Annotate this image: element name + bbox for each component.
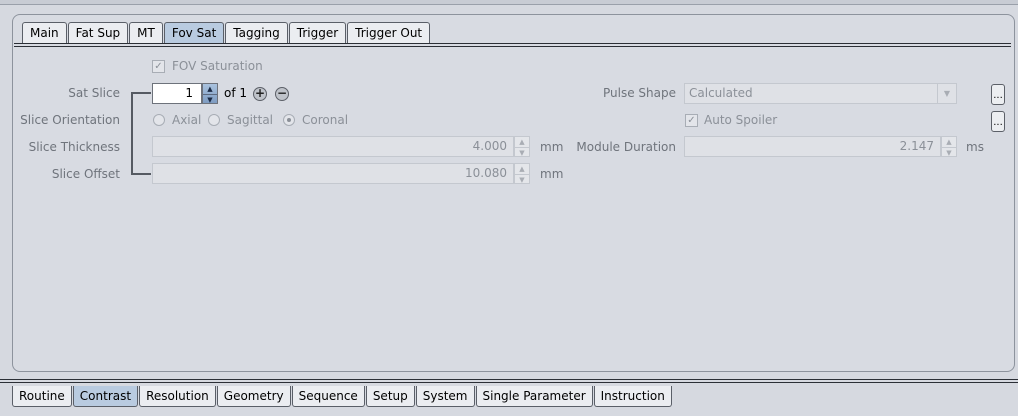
subtab-bar: Main Fat Sup MT Fov Sat Tagging Trigger …: [22, 22, 431, 44]
spinner-down-icon[interactable]: ▼: [515, 147, 529, 158]
slice-offset-unit: mm: [540, 167, 564, 181]
slice-thickness-label: Slice Thickness: [28, 140, 120, 154]
sat-slice-count: of 1: [224, 86, 248, 100]
pulse-shape-value: Calculated: [689, 86, 753, 100]
slice-group-bracket: [131, 92, 133, 175]
slice-group-bracket-bottom: [131, 173, 151, 175]
tab-main[interactable]: Main: [22, 22, 67, 43]
window-top-edge: [0, 0, 1018, 5]
auto-spoiler-checkbox[interactable]: ✓: [685, 114, 698, 127]
radio-sagittal[interactable]: [208, 114, 220, 126]
chevron-down-icon[interactable]: ▼: [937, 84, 956, 103]
fov-saturation-label: FOV Saturation: [172, 59, 263, 73]
tab-resolution[interactable]: Resolution: [139, 386, 216, 407]
bottom-tab-divider: [0, 379, 1018, 380]
plus-icon: +: [254, 86, 266, 100]
radio-axial-label: Axial: [172, 113, 202, 127]
tab-mt[interactable]: MT: [129, 22, 163, 43]
spinner-up-icon[interactable]: ▲: [203, 84, 217, 94]
spinner-up-icon[interactable]: ▲: [515, 164, 529, 174]
slice-thickness-spinner[interactable]: ▲ ▼: [514, 136, 530, 157]
spinner-down-icon[interactable]: ▼: [203, 94, 217, 105]
module-duration-spinner[interactable]: ▲ ▼: [941, 136, 957, 157]
sat-slice-spinner[interactable]: ▲ ▼: [202, 83, 218, 104]
tab-divider-2: [14, 46, 1011, 47]
tab-trigger[interactable]: Trigger: [288, 22, 347, 43]
radio-sagittal-label: Sagittal: [227, 113, 274, 127]
sat-slice-input[interactable]: 1: [152, 83, 202, 104]
auto-spoiler-more-button[interactable]: ...: [991, 111, 1005, 132]
module-duration-field: 2.147: [684, 136, 941, 157]
auto-spoiler-label: Auto Spoiler: [704, 113, 778, 127]
pulse-shape-more-button[interactable]: ...: [991, 84, 1005, 105]
tab-geometry[interactable]: Geometry: [216, 386, 291, 407]
spinner-down-icon[interactable]: ▼: [515, 174, 529, 185]
tab-single-parameter[interactable]: Single Parameter: [475, 386, 593, 407]
module-duration-label: Module Duration: [576, 140, 676, 154]
add-slice-button[interactable]: +: [253, 87, 267, 101]
fov-saturation-checkbox[interactable]: ✓: [152, 60, 165, 73]
tab-routine[interactable]: Routine: [12, 386, 72, 407]
tab-setup[interactable]: Setup: [365, 386, 415, 407]
bottom-tab-divider-2: [0, 382, 1018, 383]
radio-coronal[interactable]: [283, 114, 295, 126]
tab-fat-sup[interactable]: Fat Sup: [67, 22, 129, 43]
tab-tagging[interactable]: Tagging: [225, 22, 288, 43]
slice-offset-field[interactable]: 10.080: [152, 163, 514, 184]
spinner-up-icon[interactable]: ▲: [942, 137, 956, 147]
tab-instruction[interactable]: Instruction: [593, 386, 672, 407]
slice-group-bracket-top: [131, 92, 151, 94]
tab-fov-sat[interactable]: Fov Sat: [163, 22, 225, 43]
tab-trigger-out[interactable]: Trigger Out: [347, 22, 431, 43]
pulse-shape-label: Pulse Shape: [603, 86, 676, 100]
spinner-up-icon[interactable]: ▲: [515, 137, 529, 147]
spinner-down-icon[interactable]: ▼: [942, 147, 956, 158]
slice-thickness-field[interactable]: 4.000: [152, 136, 514, 157]
minus-icon: −: [276, 86, 288, 100]
tab-contrast[interactable]: Contrast: [72, 386, 139, 407]
remove-slice-button[interactable]: −: [275, 87, 289, 101]
slice-offset-label: Slice Offset: [51, 167, 120, 181]
bottom-tab-bar: Routine Contrast Resolution Geometry Seq…: [12, 386, 673, 408]
slice-orientation-label: Slice Orientation: [20, 113, 120, 127]
tab-divider: [14, 43, 1011, 44]
radio-coronal-label: Coronal: [302, 113, 349, 127]
tab-system[interactable]: System: [415, 386, 475, 407]
tab-sequence[interactable]: Sequence: [291, 386, 365, 407]
sat-slice-label: Sat Slice: [68, 86, 120, 100]
pulse-shape-select[interactable]: Calculated ▼: [684, 83, 957, 104]
slice-offset-spinner[interactable]: ▲ ▼: [514, 163, 530, 184]
module-duration-unit: ms: [966, 140, 984, 154]
radio-axial[interactable]: [153, 114, 165, 126]
